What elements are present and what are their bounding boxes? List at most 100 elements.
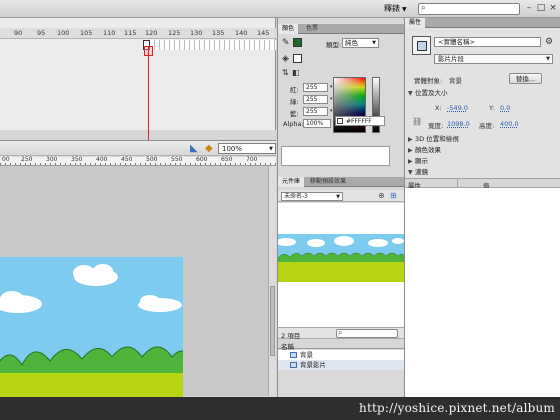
stage-scrollbar[interactable] <box>268 166 276 396</box>
instance-type-select[interactable]: 影片片段 ▼ <box>434 54 553 64</box>
chevron-right-icon: ▶ <box>408 158 413 165</box>
library-item-name: 背景影片 <box>300 361 326 369</box>
blue-input[interactable]: 255 <box>303 107 328 116</box>
stroke-color-icon[interactable]: ✎ <box>282 38 290 48</box>
layer-frames[interactable] <box>143 40 276 50</box>
swap-button[interactable]: 替換... <box>509 73 542 84</box>
library-search-input[interactable]: ⌕ <box>336 328 398 338</box>
tab-library[interactable]: 元件庫 <box>278 177 305 187</box>
x-label: X: <box>435 104 442 112</box>
watermark-bar: http://yoshice.pixnet.net/album <box>0 397 560 420</box>
top-bar: 釋錶 ▼ ⌕ – □ × <box>0 0 560 18</box>
movieclip-symbol-icon <box>290 352 297 358</box>
color-type-label: 類型: <box>326 41 342 49</box>
minimize-button[interactable]: – <box>524 3 534 14</box>
paint-bucket-icon[interactable]: ◈ <box>282 54 289 64</box>
movieclip-instance-icon <box>412 36 431 55</box>
section-display[interactable]: ▶ 顯示 <box>405 157 560 166</box>
maximize-button[interactable]: □ <box>536 3 546 14</box>
library-document-select[interactable]: 未命名-3 ▼ <box>281 192 343 201</box>
section-title: 3D 位置和檢視 <box>415 135 459 143</box>
ruler-number: 450 <box>120 156 134 163</box>
scrollbar-thumb[interactable] <box>270 286 275 356</box>
x-value[interactable]: -549.0 <box>447 104 468 112</box>
chevron-down-icon: ▼ <box>402 6 407 13</box>
section-3d[interactable]: ▶ 3D 位置和檢視 <box>405 135 560 144</box>
chevron-down-icon: ▼ <box>269 146 273 152</box>
default-colors-icon[interactable]: ◧ <box>292 68 300 77</box>
swap-colors-icon[interactable]: ⇅ <box>282 68 289 77</box>
instance-name-input[interactable]: <實體名稱> <box>434 37 541 47</box>
ruler-number: 650 <box>220 156 234 163</box>
section-title: 顏色效果 <box>415 146 441 154</box>
green-label: 綠: <box>290 98 299 106</box>
zoom-select[interactable]: 100% ▼ <box>218 143 276 154</box>
section-color-effect[interactable]: ▶ 顏色效果 <box>405 146 560 155</box>
tab-motion-presets[interactable]: 移動預設效果 <box>306 177 350 187</box>
frame-number: 115 <box>124 29 137 37</box>
filter-list[interactable] <box>405 188 560 398</box>
ruler-number: 550 <box>170 156 184 163</box>
fill-color-swatch[interactable] <box>293 54 302 63</box>
frame-number: 100 <box>57 29 70 37</box>
section-position-size[interactable]: ▼ 位置及大小 <box>405 89 560 98</box>
library-item[interactable]: 背景 <box>278 350 404 360</box>
ruler-number: 00 <box>1 156 11 163</box>
gear-icon[interactable]: ⚙ <box>545 37 553 47</box>
color-type-select[interactable]: 純色 ▼ <box>342 38 379 48</box>
properties-panel: 屬性 <實體名稱> ⚙ 影片片段 ▼ 實體對象: 背景 替換... ▼ 位置及大小… <box>404 18 560 398</box>
green-input[interactable]: 255 <box>303 95 328 104</box>
library-preview <box>278 203 404 328</box>
frame-number: 110 <box>103 29 116 37</box>
workspace-label: 釋錶 <box>384 4 400 13</box>
width-value[interactable]: 1098.0 <box>447 120 470 128</box>
watermark-url: http://yoshice.pixnet.net/album <box>359 401 555 415</box>
close-button[interactable]: × <box>548 3 558 14</box>
alpha-label: Alpha: <box>283 120 304 128</box>
pin-icon[interactable]: ⊕ <box>378 191 385 200</box>
frame-number: 125 <box>168 29 181 37</box>
new-library-icon[interactable]: ⊞ <box>390 191 397 200</box>
section-title: 位置及大小 <box>415 89 448 97</box>
playhead-line <box>148 46 149 146</box>
preview-artwork <box>278 236 404 282</box>
link-icon[interactable]: ⛓ <box>412 117 422 126</box>
chevron-down-icon: ▼ <box>408 169 413 176</box>
height-value[interactable]: 400.0 <box>500 120 519 128</box>
edit-symbol-icon[interactable]: ◆ <box>205 143 213 154</box>
color-preview-swatch <box>281 146 390 166</box>
cloud <box>278 238 296 246</box>
library-item-name: 背景 <box>300 351 313 359</box>
horizontal-ruler: 00 250 300 350 400 450 500 550 600 650 7… <box>0 156 276 166</box>
alpha-input[interactable]: 100% <box>303 119 331 128</box>
frame-number: 135 <box>212 29 225 37</box>
background-movieclip <box>0 264 183 397</box>
section-title: 濾鏡 <box>415 168 428 176</box>
frame-number: 145 <box>257 29 270 37</box>
red-input[interactable]: 255 <box>303 83 328 92</box>
section-title: 顯示 <box>415 157 428 165</box>
tab-properties[interactable]: 屬性 <box>405 18 426 28</box>
cloud <box>334 236 354 246</box>
current-color-chip <box>337 118 343 124</box>
library-item[interactable]: 背景影片 <box>278 360 404 370</box>
library-status-bar: 2 項目 ⌕ <box>278 328 404 340</box>
help-search-input[interactable]: ⌕ <box>418 3 520 15</box>
stroke-color-swatch[interactable] <box>293 38 302 47</box>
instance-of-label: 實體對象: <box>414 77 443 85</box>
section-filters[interactable]: ▼ 濾鏡 <box>405 168 560 177</box>
red-label: 紅: <box>290 86 299 94</box>
tab-swatches[interactable]: 色票 <box>302 24 322 34</box>
timeline-frame-ruler[interactable]: 90 95 100 105 110 115 120 125 130 135 14… <box>0 28 276 39</box>
grass <box>278 262 404 282</box>
frame-number: 140 <box>235 29 248 37</box>
stage-artwork[interactable] <box>0 257 183 397</box>
tab-color[interactable]: 顏色 <box>278 24 299 34</box>
y-value[interactable]: 0.0 <box>500 104 510 112</box>
workspace-switcher[interactable]: 釋錶 ▼ <box>384 3 407 15</box>
ruler-number: 350 <box>70 156 84 163</box>
search-icon: ⌕ <box>338 328 343 337</box>
column-divider <box>457 179 458 188</box>
properties-tabbar: 屬性 <box>405 18 560 28</box>
edit-scene-icon[interactable]: ◣ <box>190 143 198 154</box>
